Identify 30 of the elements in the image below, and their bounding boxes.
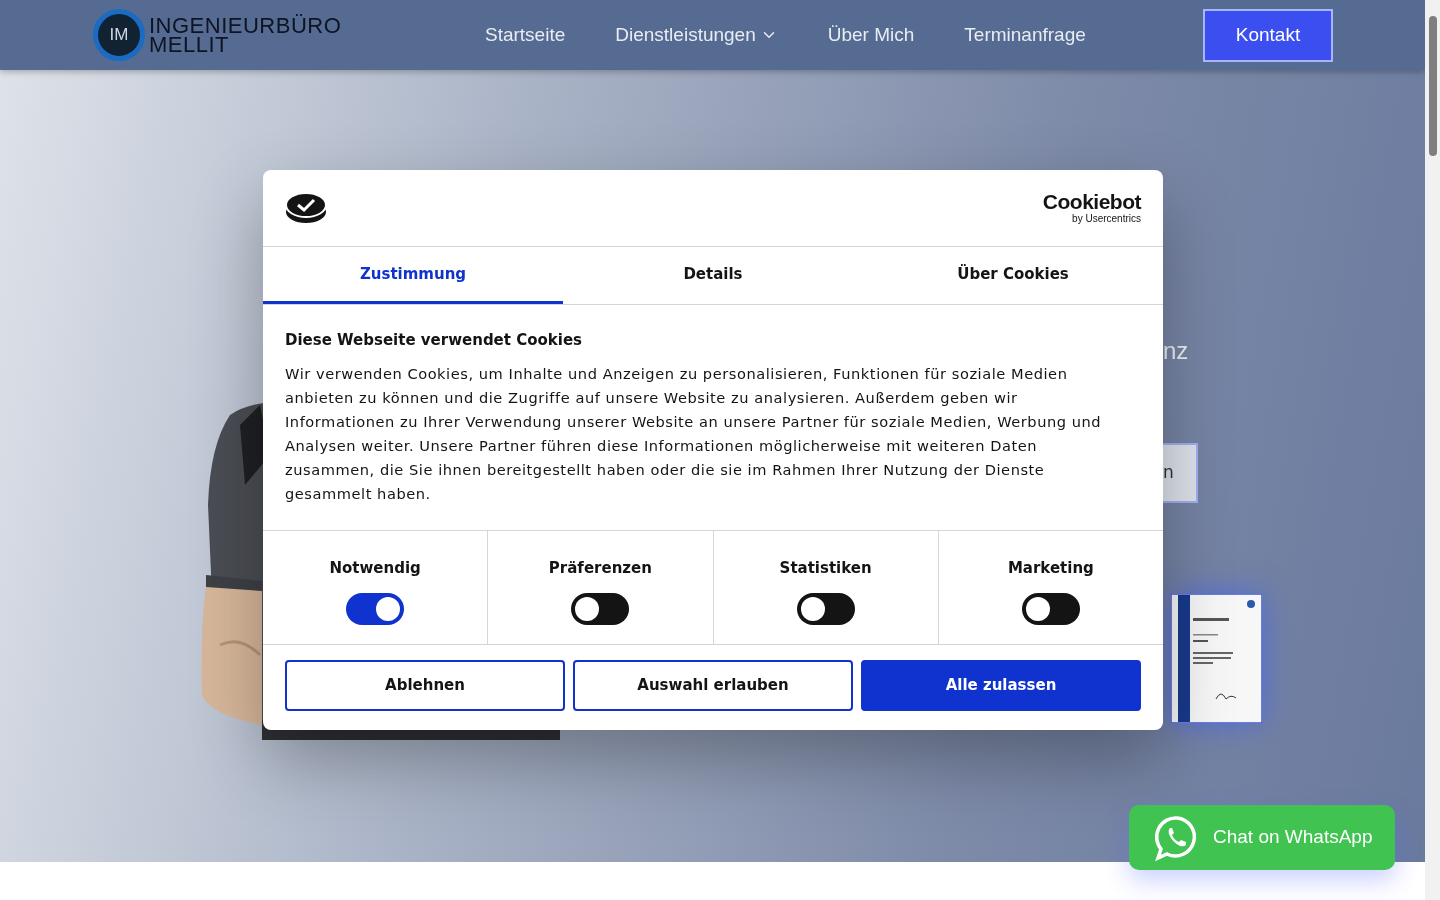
- nav-link[interactable]: Dienstleistungen: [615, 20, 778, 50]
- toggle-switch[interactable]: [346, 593, 405, 625]
- category-label: Marketing: [1007, 557, 1094, 579]
- consent-button[interactable]: Ablehnen: [285, 659, 565, 711]
- logo-icon[interactable]: IM: [93, 9, 145, 61]
- brand-logo-text: Cookiebot: [1042, 191, 1141, 213]
- logo-text: INGENIEURBÜRO: [149, 16, 342, 35]
- hero-button[interactable]: n: [1163, 443, 1198, 503]
- toggle-switch[interactable]: [571, 593, 630, 625]
- nav-link[interactable]: Terminanfrage: [964, 20, 1086, 50]
- hero-heading: nz: [1163, 336, 1189, 366]
- dialog-title: Diese Webseite verwendet Cookies: [285, 330, 584, 351]
- dialog-tab[interactable]: Über Cookies: [863, 247, 1163, 304]
- category-label: Notwendig: [329, 557, 421, 579]
- contact-button[interactable]: Kontakt: [1203, 8, 1333, 62]
- dialog-text: Wir verwenden Cookies, um Inhalte und Anzeigen zu personalisieren, Funktionen für soziale Medien anbieten zu können und die Zugriffe auf unsere Website zu analysieren. Außerdem geben wir Informationen zu Ihrer Verwendung unserer Website an unsere Partner für soziale Medien, Werbung und Analysen weiter. Unsere Partner führen diese Informationen möglicherweise mit weiteren Daten zusammen, die Sie ihnen bereitgestellt haben oder die sie im Rahmen Ihrer Nutzung der Dienste gesammelt haben.: [285, 363, 1103, 504]
- toggle-switch[interactable]: [1021, 593, 1080, 625]
- toggle-switch[interactable]: [796, 593, 855, 625]
- category-label: Präferenzen: [548, 557, 652, 579]
- consent-button[interactable]: Auswahl erlauben: [573, 659, 853, 711]
- category-label: Statistiken: [779, 557, 872, 579]
- nav-link[interactable]: Über Mich: [827, 20, 915, 50]
- logo-text: MELLIT: [149, 35, 230, 54]
- cookie-check-icon: [285, 192, 327, 224]
- consent-button[interactable]: Alle zulassen: [861, 659, 1141, 711]
- scrollbar[interactable]: [1425, 0, 1440, 900]
- nav-link[interactable]: Startseite: [485, 20, 566, 50]
- dialog-tab[interactable]: Details: [563, 247, 863, 304]
- brand-byline: by Usercentrics: [1072, 213, 1141, 225]
- dialog-tab[interactable]: Zustimmung: [263, 247, 563, 304]
